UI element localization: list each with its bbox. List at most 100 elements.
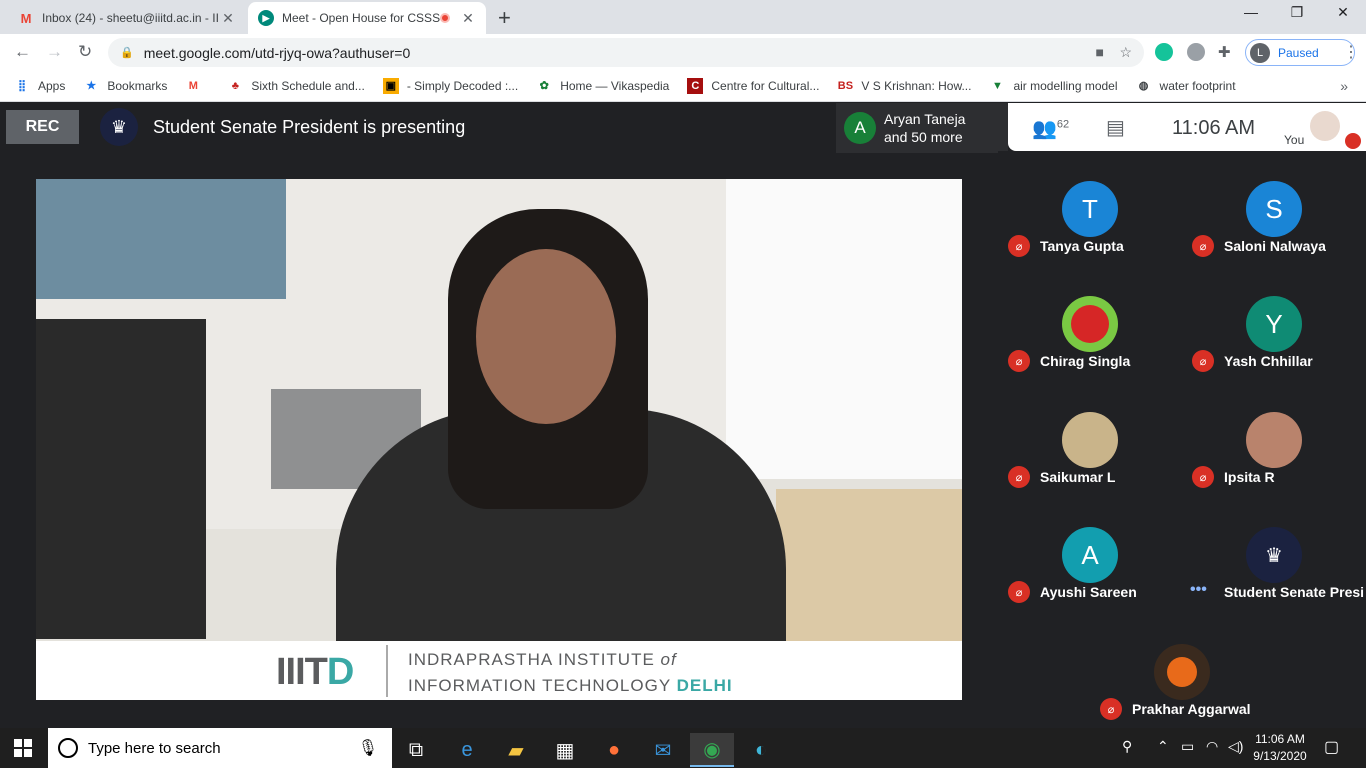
mail-icon[interactable]: ✉ <box>641 733 685 767</box>
participant-tile[interactable]: A ⌀ Ayushi Sareen <box>998 497 1182 612</box>
forward-arrow-icon[interactable]: → <box>46 42 63 62</box>
reload-icon[interactable]: ↻ <box>78 42 92 62</box>
profile-avatar: L <box>1250 42 1270 63</box>
profile-button[interactable]: L Paused <box>1245 39 1355 66</box>
chevron-up-icon[interactable]: ⌃ <box>1157 738 1169 755</box>
chrome-menu-icon[interactable]: ⋮ <box>1343 42 1359 62</box>
minimize-button[interactable]: — <box>1228 4 1274 20</box>
participant-tile[interactable]: ⌀ Chirag Singla <box>998 266 1182 381</box>
mic-off-icon: ⌀ <box>1008 466 1030 488</box>
mic-off-icon: ⌀ <box>1192 466 1214 488</box>
joined-more: and 50 more <box>884 129 963 145</box>
participant-name: Yash Chhillar <box>1224 353 1313 369</box>
edge-legacy-icon[interactable]: e <box>445 733 489 767</box>
battery-icon[interactable]: ▭ <box>1181 738 1194 755</box>
task-view-icon[interactable]: ⧉ <box>394 733 438 767</box>
taskbar-time: 11:06 AM <box>1255 732 1305 746</box>
mic-off-icon: ⌀ <box>1192 235 1214 257</box>
mic-off-icon: ⌀ <box>1100 698 1122 720</box>
notifications-icon[interactable]: ▢ <box>1324 737 1339 757</box>
edge-icon[interactable]: ◐ <box>739 733 783 767</box>
tab-gmail[interactable]: M Inbox (24) - sheetu@iiitd.ac.in - II ✕ <box>8 2 246 34</box>
banner-line2-text: INFORMATION TECHNOLOGY <box>408 676 677 695</box>
more-bookmarks-icon[interactable]: » <box>1340 78 1348 94</box>
rec-label: REC <box>25 118 60 135</box>
video-monitor <box>36 319 206 639</box>
firefox-icon[interactable]: ● <box>592 733 636 767</box>
iiitd-banner: IIITD INDRAPRASTHA INSTITUTE of INFORMAT… <box>36 641 962 700</box>
presenter-avatar: ♛ <box>100 108 138 146</box>
windows-start-icon[interactable] <box>14 739 32 757</box>
puzzle-extensions-icon[interactable]: ✚ <box>1218 43 1236 61</box>
bookmark-gmail[interactable]: M <box>185 78 209 94</box>
new-tab-button[interactable]: + <box>498 5 511 31</box>
participant-tile[interactable]: ⌀ Prakhar Aggarwal <box>1090 614 1274 729</box>
bookmark-icon: ▣ <box>382 77 399 94</box>
banner-line1-text: INDRAPRASTHA INSTITUTE <box>408 650 661 669</box>
restore-button[interactable]: ❐ <box>1274 4 1320 21</box>
participant-tile[interactable]: S ⌀ Saloni Nalwaya <box>1182 151 1366 266</box>
participant-avatar: S <box>1246 181 1302 237</box>
self-avatar[interactable] <box>1310 111 1340 141</box>
joined-name: Aryan Taneja <box>884 111 966 127</box>
close-icon[interactable]: ✕ <box>460 10 476 27</box>
apps-icon: ⣿ <box>17 80 27 92</box>
bookmark-vs-krishnan[interactable]: BS V S Krishnan: How... <box>837 78 972 94</box>
bookmark-icon: ▼ <box>992 79 1003 92</box>
joined-avatar: A <box>844 112 876 144</box>
chrome-icon[interactable]: ◉ <box>690 733 734 767</box>
window-close-button[interactable]: ✕ <box>1320 4 1366 21</box>
participant-grid: T ⌀ Tanya Gupta S ⌀ Saloni Nalwaya ⌀ Chi… <box>998 151 1366 614</box>
address-bar[interactable]: 🔒 meet.google.com/utd-rjyq-owa?authuser=… <box>108 38 1144 67</box>
taskbar-clock[interactable]: 11:06 AM 9/13/2020 <box>1250 731 1310 765</box>
bookmark-air-modelling[interactable]: ▼ air modelling model <box>989 78 1118 94</box>
people-count: 62 <box>1056 118 1070 131</box>
bookmark-cultural[interactable]: C Centre for Cultural... <box>687 77 819 94</box>
participant-avatar <box>1062 296 1118 352</box>
grammarly-extension-icon[interactable] <box>1155 43 1173 61</box>
mic-off-icon: ⌀ <box>1192 350 1214 372</box>
participant-tile[interactable]: T ⌀ Tanya Gupta <box>998 151 1182 266</box>
people-icon[interactable]: ⚲ <box>1122 738 1132 755</box>
camera-icon[interactable]: ■ <box>1096 44 1104 60</box>
star-icon: ★ <box>86 80 97 92</box>
participant-tile[interactable]: ⌀ Ipsita R <box>1182 382 1366 497</box>
bookmark-apps[interactable]: ⣿ Apps <box>14 78 65 94</box>
participant-tile[interactable]: ♛ ••• Student Senate Presi... <box>1182 497 1366 612</box>
presenting-text: Student Senate President is presenting <box>153 117 466 137</box>
video-pinboard <box>36 179 286 299</box>
taskbar-search-input[interactable]: Type here to search 🎙 <box>48 728 392 768</box>
tab-meet[interactable]: ▶ Meet - Open House for CSSS ✕ <box>248 2 486 34</box>
people-button[interactable]: 👥62 <box>1032 116 1069 141</box>
participant-avatar <box>1246 412 1302 468</box>
bookmark-water-footprint[interactable]: ◍ water footprint <box>1136 78 1236 94</box>
wifi-icon[interactable]: ◠ <box>1206 738 1218 755</box>
bookmark-vikaspedia[interactable]: ✿ Home — Vikaspedia <box>536 78 670 94</box>
file-explorer-icon[interactable]: ▰ <box>494 733 538 767</box>
microphone-icon[interactable]: 🎙 <box>358 738 378 758</box>
store-icon[interactable]: ▦ <box>543 733 587 767</box>
volume-icon[interactable]: ◁) <box>1228 738 1243 755</box>
bookmark-label: Sixth Schedule and... <box>251 78 365 93</box>
bookmark-bookmarks[interactable]: ★ Bookmarks <box>83 78 167 94</box>
bookmark-icon: ◍ <box>1138 80 1149 92</box>
chat-icon[interactable]: ▤ <box>1106 115 1125 140</box>
presentation-screen: IIITD INDRAPRASTHA INSTITUTE of INFORMAT… <box>36 179 962 700</box>
bookmark-label: water footprint <box>1159 78 1236 93</box>
back-arrow-icon[interactable]: ← <box>14 42 31 62</box>
recording-badge: REC <box>6 110 79 144</box>
people-icon: 👥 <box>1032 118 1057 140</box>
bookmark-sixth-schedule[interactable]: ♣ Sixth Schedule and... <box>227 78 365 94</box>
bookmark-star-icon[interactable]: ☆ <box>1119 44 1132 61</box>
bookmark-label: V S Krishnan: How... <box>861 78 972 93</box>
extension-icon[interactable] <box>1187 43 1205 61</box>
bookmark-icon: BS <box>837 79 854 92</box>
joined-notification[interactable]: A Aryan Taneja and 50 more <box>836 103 1008 153</box>
bookmark-simply-decoded[interactable]: ▣ - Simply Decoded :... <box>382 77 518 94</box>
windows-taskbar: Type here to search 🎙 ⧉ e ▰ ▦ ● ✉ ◉ ◐ ⚲ … <box>0 728 1366 768</box>
close-icon[interactable]: ✕ <box>220 10 236 27</box>
participant-tile[interactable]: ⌀ Saikumar L <box>998 382 1182 497</box>
participant-tile[interactable]: Y ⌀ Yash Chhillar <box>1182 266 1366 381</box>
participant-name: Ipsita R <box>1224 469 1275 485</box>
participant-name: Saloni Nalwaya <box>1224 238 1326 254</box>
